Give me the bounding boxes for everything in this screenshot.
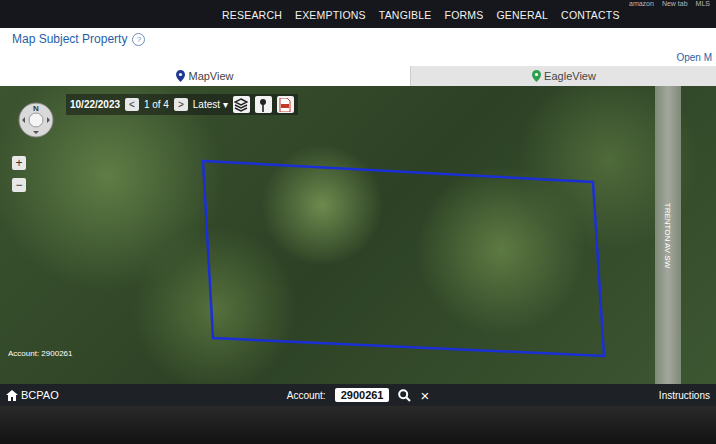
zoom-in-button[interactable]: + [12, 156, 26, 170]
pin-icon [176, 70, 185, 82]
bookmark[interactable]: amazon [629, 0, 654, 7]
nav-item[interactable]: GENERAL [497, 9, 549, 21]
nav-item[interactable]: RESEARCH [222, 9, 282, 21]
footer-bar: BCPAO Account: 2900261 × Instructions [0, 384, 716, 406]
help-icon[interactable]: ? [132, 33, 145, 46]
pdf-icon [279, 98, 291, 112]
nav-item[interactable]: EXEMPTIONS [295, 9, 366, 21]
nav-menu: RESEARCH EXEMPTIONS TANGIBLE FORMS GENERAL CO… [222, 9, 620, 28]
tab[interactable]: EagleView [410, 66, 716, 86]
zoom-controls: +− [12, 156, 26, 192]
pdf-button[interactable] [277, 96, 294, 113]
brand[interactable]: BCPAO [6, 389, 287, 401]
map-toolbar: 10/22/2023 <1 of 4 > Latest ▾ [66, 94, 298, 115]
page: RESEARCH EXEMPTIONS TANGIBLE FORMS GENERAL CO… [0, 0, 716, 444]
nav-item[interactable]: TANGIBLE [379, 9, 432, 21]
marker-button[interactable] [255, 96, 272, 113]
pin-icon [532, 70, 541, 82]
account-label: Account: [287, 390, 326, 401]
road: TRENTON AV SW [655, 86, 681, 384]
nav-bar: RESEARCH EXEMPTIONS TANGIBLE FORMS GENERAL CO… [0, 0, 716, 28]
account-search: Account: 2900261 × [287, 388, 430, 403]
bookmark[interactable]: New tab [662, 0, 688, 7]
imagery-date: 10/22/2023 [70, 99, 120, 110]
monitor-bezel [0, 406, 716, 444]
home-icon [6, 390, 18, 401]
page-indicator: 1 of 4 [144, 99, 169, 110]
next-button[interactable]: > [174, 98, 188, 111]
nav-item[interactable]: CONTACTS [561, 9, 620, 21]
tab-bar: MapView EagleView [0, 66, 716, 86]
open-link[interactable]: Open M [676, 52, 712, 63]
parcel-outline [0, 86, 716, 384]
map[interactable]: TRENTON AV SWN+−10/22/2023<1 of 4>Latest… [0, 86, 716, 384]
bookmark[interactable]: MLS [696, 0, 710, 7]
compass-icon[interactable]: N [16, 100, 56, 140]
layers-button[interactable] [233, 96, 250, 113]
street-label: TRENTON AV SW [664, 202, 673, 268]
version-dropdown[interactable]: Latest ▾ [193, 99, 228, 110]
zoom-out-button[interactable]: − [12, 178, 26, 192]
svg-text:N: N [33, 104, 39, 113]
bookmarks-bar: amazon New tab MLS [629, 0, 710, 7]
marker-icon [257, 98, 269, 112]
instructions-link[interactable]: Instructions [659, 390, 710, 401]
title-row: Map Subject Property? [12, 32, 145, 46]
search-icon[interactable] [398, 389, 411, 402]
brand-label: BCPAO [21, 389, 59, 401]
tab-label: EagleView [544, 70, 596, 82]
header: Map Subject Property? Open M [0, 28, 716, 66]
account-overlay: Account: 2900261 [8, 349, 73, 358]
account-input[interactable]: 2900261 [335, 388, 390, 402]
footer-right: Instructions [429, 390, 710, 401]
tab[interactable]: MapView [0, 66, 410, 86]
nav-item[interactable]: FORMS [445, 9, 484, 21]
prev-button[interactable]: < [125, 98, 139, 111]
aerial-imagery [0, 86, 716, 384]
tab-label: MapView [188, 70, 233, 82]
clear-button[interactable]: × [420, 388, 429, 403]
page-title: Map Subject Property [12, 32, 127, 46]
layers-icon [234, 98, 248, 112]
